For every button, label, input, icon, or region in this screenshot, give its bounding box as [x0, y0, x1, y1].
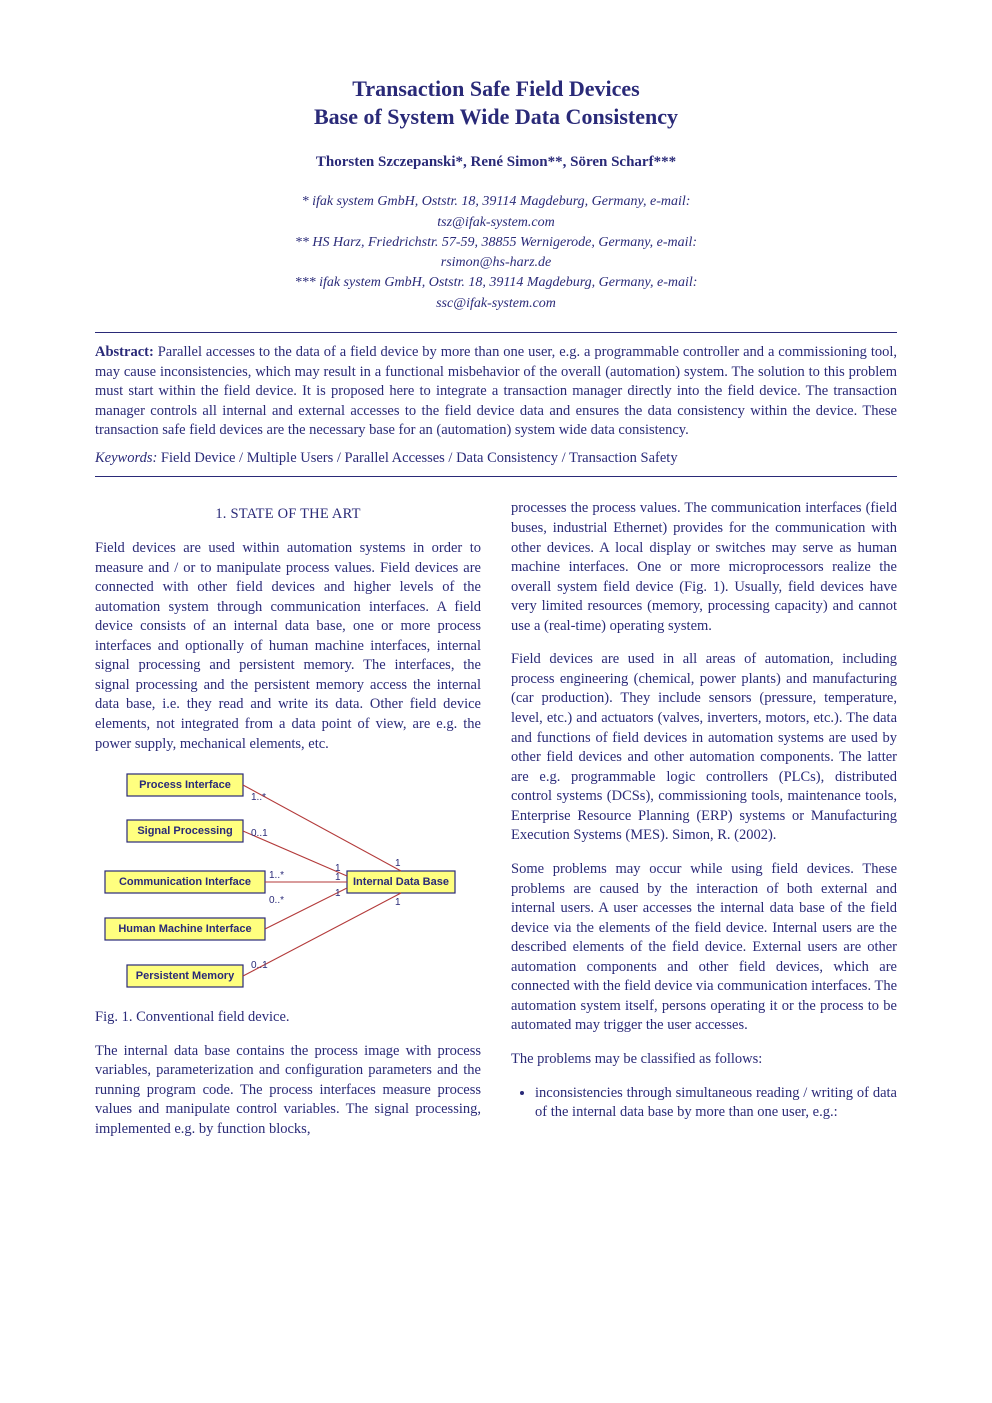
- right-p1: processes the process values. The commun…: [511, 499, 897, 636]
- title-line-2: Base of System Wide Data Consistency: [95, 103, 897, 131]
- card-pm-right: 1: [395, 897, 401, 908]
- keywords-label: Keywords:: [95, 450, 157, 466]
- card-ci-right: 1: [335, 872, 341, 883]
- abstract: Abstract: Parallel accesses to the data …: [95, 343, 897, 441]
- label-communication-interface: Communication Interface: [119, 876, 251, 888]
- card-sp-left: 0..1: [251, 828, 268, 839]
- keywords-text: Field Device / Multiple Users / Parallel…: [157, 450, 677, 466]
- figure-1-caption: Fig. 1. Conventional field device.: [95, 1008, 481, 1028]
- affiliation-1-line-1: * ifak system GmbH, Oststr. 18, 39114 Ma…: [95, 192, 897, 212]
- card-pm-left: 0..1: [251, 960, 268, 971]
- label-signal-processing: Signal Processing: [137, 825, 232, 837]
- divider-bottom: [95, 476, 897, 477]
- figure-1-svg: Internal Data Base Process Interface Sig…: [99, 768, 459, 998]
- affiliation-2-line-1: ** HS Harz, Friedrichstr. 57-59, 38855 W…: [95, 233, 897, 253]
- card-hmi-left: 0..*: [269, 895, 284, 906]
- card-ci-left: 1..*: [269, 870, 284, 881]
- keywords: Keywords: Field Device / Multiple Users …: [95, 449, 897, 469]
- left-p2: The internal data base contains the proc…: [95, 1042, 481, 1140]
- label-process-interface: Process Interface: [139, 779, 231, 791]
- label-internal-data-base: Internal Data Base: [353, 876, 449, 888]
- body-columns: 1. STATE OF THE ART Field devices are us…: [95, 499, 897, 1139]
- title-line-1: Transaction Safe Field Devices: [95, 75, 897, 103]
- right-bullet-1: inconsistencies through simultaneous rea…: [535, 1084, 897, 1123]
- section-1-heading: 1. STATE OF THE ART: [95, 505, 481, 525]
- label-human-machine-interface: Human Machine Interface: [118, 923, 251, 935]
- right-p3: Some problems may occur while using fiel…: [511, 860, 897, 1036]
- card-hmi-right: 1: [335, 888, 341, 899]
- affiliation-1-line-2: tsz@ifak-system.com: [95, 213, 897, 233]
- right-bullets: inconsistencies through simultaneous rea…: [511, 1084, 897, 1123]
- figure-1: Internal Data Base Process Interface Sig…: [99, 768, 481, 998]
- right-p4: The problems may be classified as follow…: [511, 1050, 897, 1070]
- right-p2: Field devices are used in all areas of a…: [511, 650, 897, 846]
- divider-top: [95, 332, 897, 333]
- authors: Thorsten Szczepanski*, René Simon**, Sör…: [95, 152, 897, 172]
- label-persistent-memory: Persistent Memory: [136, 970, 235, 982]
- abstract-text: Parallel accesses to the data of a field…: [95, 344, 897, 438]
- left-column: 1. STATE OF THE ART Field devices are us…: [95, 499, 481, 1139]
- card-pi-right: 1: [395, 858, 401, 869]
- affiliation-3-line-1: *** ifak system GmbH, Oststr. 18, 39114 …: [95, 273, 897, 293]
- right-column: processes the process values. The commun…: [511, 499, 897, 1139]
- affiliations: * ifak system GmbH, Oststr. 18, 39114 Ma…: [95, 192, 897, 314]
- affiliation-3-line-2: ssc@ifak-system.com: [95, 294, 897, 314]
- card-pi-left: 1..*: [251, 792, 266, 803]
- left-p1: Field devices are used within automation…: [95, 539, 481, 754]
- affiliation-2-line-2: rsimon@hs-harz.de: [95, 253, 897, 273]
- abstract-label: Abstract:: [95, 344, 154, 360]
- title-block: Transaction Safe Field Devices Base of S…: [95, 75, 897, 130]
